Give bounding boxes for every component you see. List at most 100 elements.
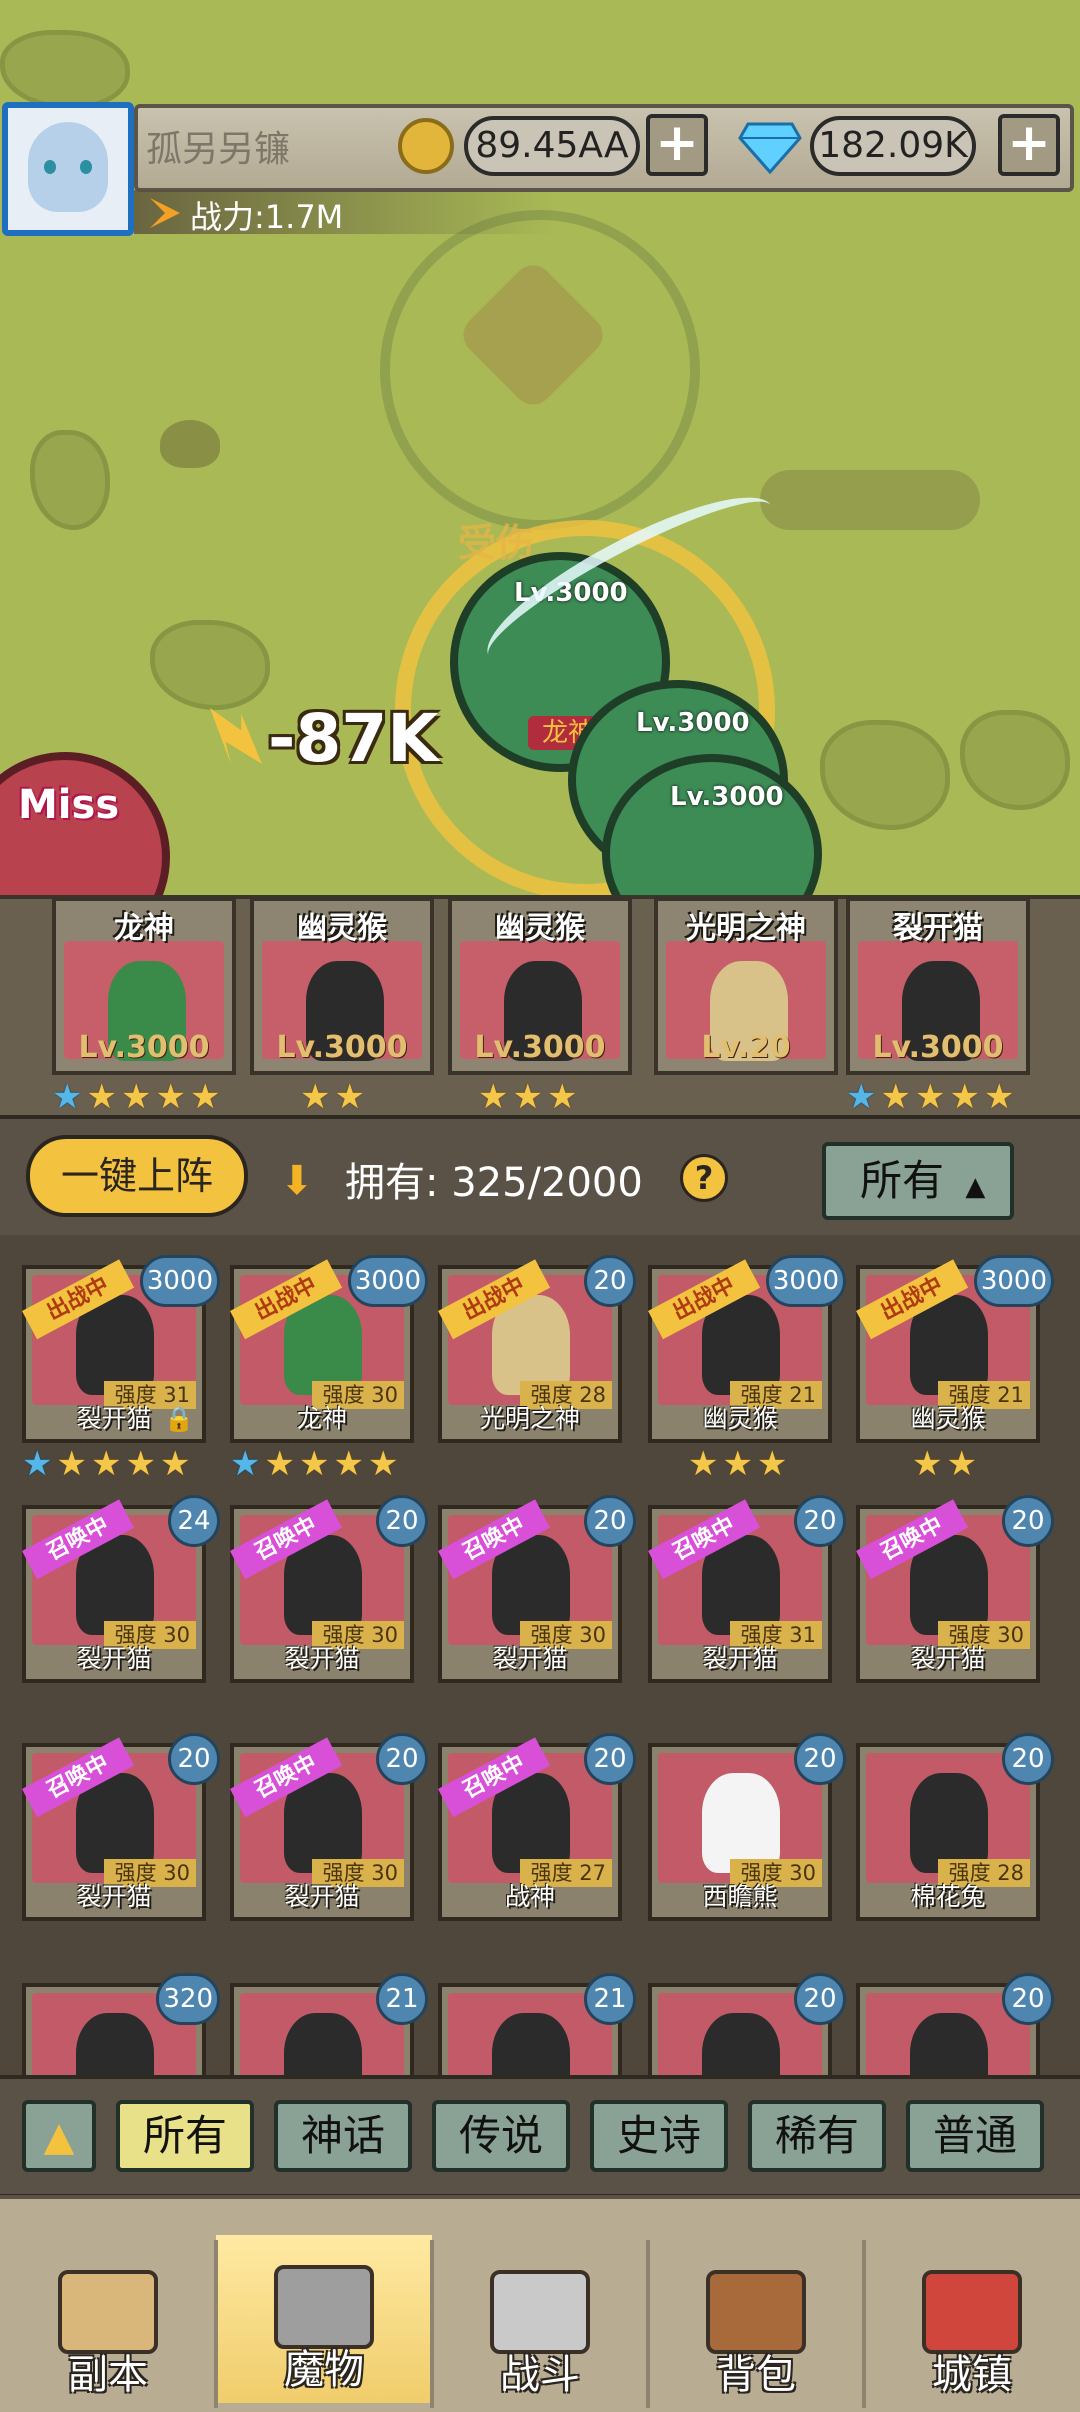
monster-name: 幽灵猴 [910, 1404, 986, 1433]
gold-star-icon: ★ [90, 1444, 122, 1484]
team-slot[interactable]: 幽灵猴 Lv.3000 [448, 897, 632, 1075]
filter-all[interactable]: 所有 [116, 2100, 254, 2172]
nav-tab-backpack[interactable]: 背包 [648, 2240, 864, 2408]
gold-star-icon: ★ [120, 1077, 152, 1117]
level-badge: 3000 [139, 1255, 220, 1307]
nav-tab-label: 战斗 [500, 2352, 580, 2398]
blue-star-icon: ★ [52, 1077, 83, 1117]
gold-star-icon: ★ [189, 1077, 221, 1117]
star-rating: ★ ★ ★ ★ ★ [52, 1080, 220, 1114]
monster-name: 裂开猫 [910, 1644, 986, 1673]
monster-name: 西瞻熊 [702, 1882, 778, 1911]
monster-figure [284, 2013, 362, 2075]
monster-card[interactable]: 21 [230, 1973, 428, 2075]
unit-level: Lv.3000 [670, 782, 784, 812]
monster-card[interactable]: 20 [648, 1973, 846, 2075]
monster-card[interactable]: 强度 31 裂开猫 出战中 🔒 3000 [22, 1255, 220, 1443]
level-badge: 20 [1002, 1733, 1054, 1785]
nav-divider [430, 2240, 434, 2408]
level-badge: 320 [156, 1973, 220, 2025]
add-gold-button[interactable]: + [646, 114, 708, 176]
nav-tab-dungeon[interactable]: 副本 [0, 2240, 216, 2408]
gold-star-icon: ★ [56, 1444, 87, 1484]
monster-card[interactable]: 强度 21 幽灵猴 出战中 3000 [856, 1255, 1054, 1443]
filter-common[interactable]: 普通 [906, 2100, 1044, 2172]
monster-name: 棉花兔 [910, 1882, 986, 1911]
help-button[interactable]: ? [680, 1154, 728, 1202]
monster-card[interactable]: 强度 30 裂开猫 召唤中 20 [856, 1495, 1054, 1683]
level-badge: 20 [1002, 1495, 1054, 1547]
team-slot-name: 幽灵猴 [495, 911, 585, 946]
filter-mythic[interactable]: 神话 [274, 2100, 412, 2172]
team-slot[interactable]: 裂开猫 Lv.3000 [846, 897, 1030, 1075]
lock-icon: 🔒 [164, 1405, 194, 1433]
monster-card[interactable]: 强度 30 西瞻熊 20 [648, 1733, 846, 1921]
add-gem-button[interactable]: + [998, 114, 1060, 176]
level-badge: 3000 [765, 1255, 846, 1307]
gem-amount: 182.09K [810, 116, 976, 176]
monster-card[interactable]: 强度 30 龙神 出战中 3000 [230, 1255, 428, 1443]
monster-card[interactable]: 20 [856, 1973, 1054, 2075]
gold-star-icon: ★ [949, 1077, 980, 1117]
team-slot[interactable]: 幽灵猴 Lv.3000 [250, 897, 434, 1075]
star-rating: ★ ★ [300, 1080, 365, 1114]
sort-filter-button[interactable]: 所有 ▲ [822, 1142, 1014, 1220]
monster-card[interactable]: 320 [22, 1973, 220, 2075]
blue-star-icon: ★ [846, 1077, 877, 1117]
gold-star-icon: ★ [298, 1444, 330, 1484]
monster-card[interactable]: 21 [438, 1973, 636, 2075]
unit-level: Lv.3000 [636, 708, 750, 738]
monster-card[interactable]: 强度 28 光明之神 出战中 20 [438, 1255, 636, 1443]
team-slot-name: 幽灵猴 [297, 911, 387, 946]
collapse-button[interactable]: ▲ [22, 2100, 96, 2172]
filter-rare[interactable]: 稀有 [748, 2100, 886, 2172]
level-badge: 3000 [973, 1255, 1054, 1307]
star-rating: ★ ★ ★ ★ ★ [846, 1080, 1014, 1114]
monster-card[interactable]: 强度 30 裂开猫 召唤中 24 [22, 1495, 220, 1683]
team-slot[interactable]: 龙神 Lv.3000 [52, 897, 236, 1075]
nav-tab-battle[interactable]: 战斗 [432, 2240, 648, 2408]
gold-amount: 89.45AA [464, 116, 640, 176]
triangle-up-icon: ▲ [965, 1172, 986, 1202]
star-rating: ★ ★ ★ ★ ★ [230, 1447, 398, 1487]
gold-star-icon: ★ [159, 1444, 191, 1484]
monster-card[interactable]: 强度 30 裂开猫 召唤中 20 [438, 1495, 636, 1683]
nav-divider [214, 2240, 218, 2408]
monster-card[interactable]: 强度 28 棉花兔 20 [856, 1733, 1054, 1921]
nav-tab-label: 魔物 [284, 2347, 364, 2393]
monster-grid: 强度 31 裂开猫 出战中 🔒 3000 ★ ★ ★ ★ ★ 强度 30 龙神 出战中 3000 ★ ★ ★ ★ ★… [0, 1235, 1080, 2075]
owned-count: 拥有: 325/2000 [345, 1160, 643, 1206]
team-slot-name: 裂开猫 [893, 911, 983, 946]
monster-figure [492, 2013, 570, 2075]
nav-tab-monster[interactable]: 魔物 [216, 2235, 432, 2403]
star-rating: ★ ★ ★ [478, 1080, 577, 1114]
monster-card[interactable]: 强度 30 裂开猫 召唤中 20 [230, 1733, 428, 1921]
team-slot[interactable]: 光明之神 Lv.20 [654, 897, 838, 1075]
star-rating: ★ ★ [912, 1447, 977, 1487]
one-key-deploy-button[interactable]: 一键上阵 [26, 1135, 248, 1217]
sort-filter-label: 所有 [860, 1156, 945, 1205]
gold-star-icon: ★ [155, 1077, 186, 1117]
monster-card[interactable]: 强度 31 裂开猫 召唤中 20 [648, 1495, 846, 1683]
nav-tab-town[interactable]: 城镇 [864, 2240, 1080, 2408]
gold-star-icon: ★ [722, 1444, 753, 1484]
team-slot-name: 龙神 [114, 911, 174, 946]
gold-star-icon: ★ [333, 1444, 364, 1484]
monster-card[interactable]: 强度 21 幽灵猴 出战中 3000 [648, 1255, 846, 1443]
miss-text: Miss [18, 782, 120, 828]
player-avatar[interactable] [2, 102, 134, 236]
skull-icon [160, 420, 220, 468]
level-badge: 24 [168, 1495, 220, 1547]
monster-name: 光明之神 [479, 1404, 580, 1433]
gold-star-icon: ★ [880, 1077, 911, 1117]
gold-star-icon: ★ [125, 1444, 156, 1484]
gold-star-icon: ★ [300, 1077, 331, 1117]
damage-number: -87K [268, 700, 439, 777]
team-slot-name: 光明之神 [686, 911, 806, 946]
nav-tab-label: 背包 [716, 2352, 796, 2398]
monster-card[interactable]: 强度 30 裂开猫 召唤中 20 [22, 1733, 220, 1921]
monster-card[interactable]: 强度 27 战神 召唤中 20 [438, 1733, 636, 1921]
filter-epic[interactable]: 史诗 [590, 2100, 728, 2172]
filter-legend[interactable]: 传说 [432, 2100, 570, 2172]
monster-card[interactable]: 强度 30 裂开猫 召唤中 20 [230, 1495, 428, 1683]
